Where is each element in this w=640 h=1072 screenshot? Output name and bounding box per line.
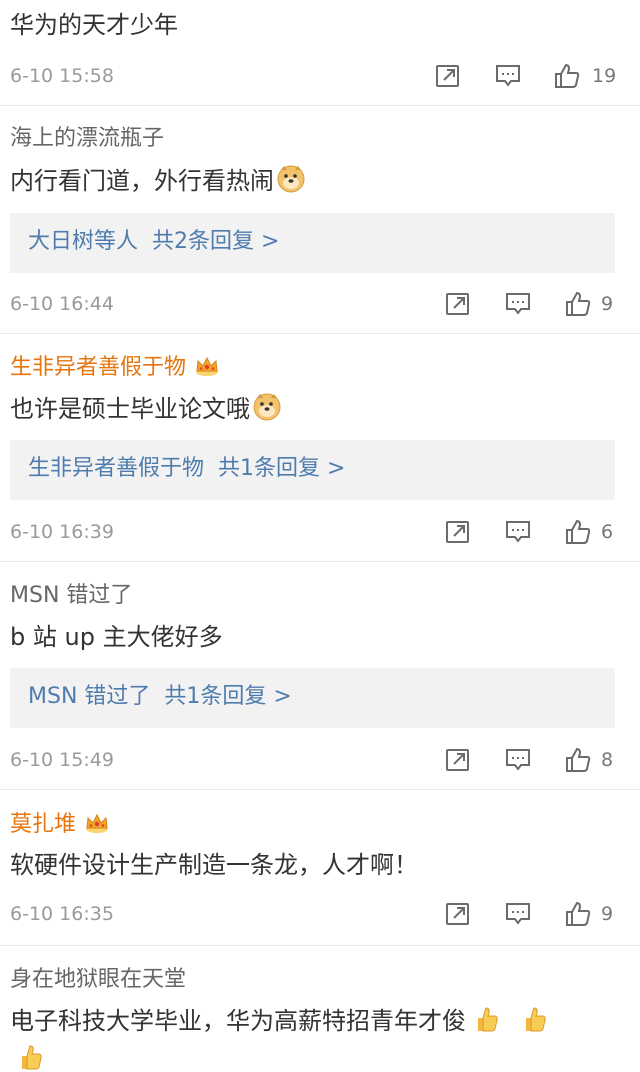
reply-link[interactable]: MSN 错过了 共1条回复 > [28, 682, 292, 712]
like-button[interactable] [564, 290, 592, 318]
repost-button[interactable] [444, 900, 472, 928]
comment-meta: 6-10 16:35 9 [10, 898, 640, 930]
reply-who: 大日树等人 [28, 229, 139, 254]
crown-icon [84, 812, 110, 834]
comment-time: 6-10 16:39 [10, 521, 114, 543]
doge-emoji [252, 392, 282, 422]
like-icon [566, 901, 591, 926]
like-button[interactable] [564, 746, 592, 774]
repost-icon [446, 521, 469, 543]
like-button[interactable] [553, 62, 581, 90]
comment-time: 6-10 15:58 [10, 65, 114, 87]
comment-meta: 6-10 15:49 8 [10, 744, 640, 776]
reply-preview[interactable]: 大日树等人 共2条回复 > [10, 213, 615, 273]
comment-item: 生非异者善假于物 也许是硕士毕业论文哦 生非异者善假于物 共1条回复 > 6-10… [0, 334, 640, 562]
repost-icon [446, 903, 469, 925]
like-icon [555, 63, 580, 88]
comment-meta: 6-10 15:58 19 [10, 60, 640, 92]
thumbs-up-emoji [520, 1004, 548, 1034]
comment-meta: 6-10 16:44 9 [10, 288, 640, 320]
comment-icon [496, 65, 520, 87]
comment-username-text: 生非异者善假于物 [10, 355, 187, 380]
comment-username[interactable]: 莫扎堆 [10, 811, 110, 839]
comment-time: 6-10 16:44 [10, 293, 114, 315]
like-button[interactable] [564, 518, 592, 546]
comment-text-content: 也许是硕士毕业论文哦 [10, 395, 250, 423]
repost-icon [446, 293, 469, 315]
comment-icon [506, 903, 530, 925]
comment-username[interactable]: 海上的漂流瓶子 [10, 125, 164, 153]
comment-button[interactable] [504, 290, 532, 318]
comment-text: 电子科技大学毕业，华为高薪特招青年才俊 [10, 1004, 610, 1038]
repost-button[interactable] [444, 518, 472, 546]
comment-text: 也许是硕士毕业论文哦 [10, 392, 630, 426]
crown-icon [194, 355, 220, 377]
comment-username-text: 莫扎堆 [10, 812, 77, 837]
comment-text: 内行看门道，外行看热闹 [10, 164, 630, 198]
reply-who: 生非异者善假于物 [28, 456, 205, 481]
like-icon [566, 519, 591, 544]
comment-text: 软硬件设计生产制造一条龙，人才啊！ [10, 851, 418, 879]
repost-icon [436, 65, 459, 87]
like-icon [566, 747, 591, 772]
comment-text: 华为的天才少年 [10, 11, 178, 39]
repost-button[interactable] [444, 746, 472, 774]
comment-text-content: 电子科技大学毕业，华为高薪特招青年才俊 [10, 1007, 466, 1035]
comment-item: 身在地狱眼在天堂 电子科技大学毕业，华为高薪特招青年才俊 [0, 946, 640, 1070]
reply-summary: 共2条回复 > [152, 229, 280, 254]
comment-button[interactable] [504, 746, 532, 774]
comment-username[interactable]: 生非异者善假于物 [10, 354, 220, 382]
comment-meta: 6-10 16:39 6 [10, 516, 640, 548]
reply-link[interactable]: 生非异者善假于物 共1条回复 > [28, 454, 345, 484]
comment-text-content: 内行看门道，外行看热闹 [10, 167, 274, 195]
like-count: 9 [601, 293, 614, 315]
like-button[interactable] [564, 900, 592, 928]
thumbs-up-emoji [16, 1042, 44, 1072]
reply-who: MSN 错过了 [28, 684, 151, 709]
comment-button[interactable] [504, 518, 532, 546]
thumbs-up-emoji [472, 1004, 500, 1034]
like-count: 8 [601, 749, 614, 771]
repost-button[interactable] [434, 62, 462, 90]
reply-preview[interactable]: 生非异者善假于物 共1条回复 > [10, 440, 615, 500]
comment-text: b 站 up 主大佬好多 [10, 623, 223, 651]
comment-button[interactable] [504, 900, 532, 928]
comment-username[interactable]: 身在地狱眼在天堂 [10, 966, 186, 994]
comment-icon [506, 293, 530, 315]
reply-summary: 共1条回复 > [218, 456, 346, 481]
reply-preview[interactable]: MSN 错过了 共1条回复 > [10, 668, 615, 728]
repost-button[interactable] [444, 290, 472, 318]
like-count: 9 [601, 903, 614, 925]
comment-button[interactable] [494, 62, 522, 90]
comment-icon [506, 521, 530, 543]
comment-time: 6-10 15:49 [10, 749, 114, 771]
comment-icon [506, 749, 530, 771]
repost-icon [446, 749, 469, 771]
reply-link[interactable]: 大日树等人 共2条回复 > [28, 227, 279, 257]
comment-item: 华为的天才少年 6-10 15:58 19 [0, 0, 640, 106]
comment-item: MSN 错过了 b 站 up 主大佬好多 MSN 错过了 共1条回复 > 6-10… [0, 562, 640, 790]
comment-time: 6-10 16:35 [10, 903, 114, 925]
comment-item: 海上的漂流瓶子 内行看门道，外行看热闹 大日树等人 共2条回复 > 6-10 16… [0, 106, 640, 334]
like-count: 19 [592, 65, 617, 87]
comment-username[interactable]: MSN 错过了 [10, 582, 132, 610]
like-icon [566, 291, 591, 316]
doge-emoji [276, 164, 306, 194]
like-count: 6 [601, 521, 614, 543]
comment-item: 莫扎堆 软硬件设计生产制造一条龙，人才啊！ 6-10 16:35 9 [0, 790, 640, 946]
reply-summary: 共1条回复 > [164, 684, 292, 709]
